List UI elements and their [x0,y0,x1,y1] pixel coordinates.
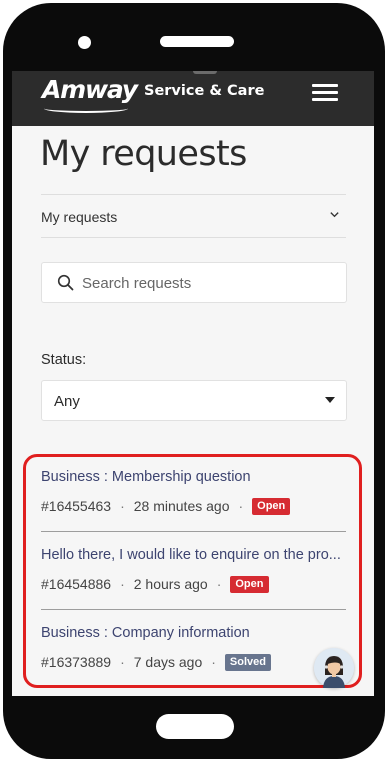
status-badge: Open [230,575,269,593]
meta-separator: · [211,654,216,670]
request-id: #16455463 [41,498,112,514]
logo-swoosh [44,104,128,113]
status-badge: Open [252,497,291,515]
chat-assistant-icon[interactable] [314,648,354,688]
top-navigation-bar: Amway Service & Care [12,71,374,126]
meta-separator: · [120,498,125,514]
status-notch [193,71,217,74]
meta-separator: · [120,576,125,592]
divider [41,194,346,195]
chevron-down-icon [329,208,340,223]
search-box[interactable] [41,262,347,303]
screen: Amway Service & Care My requests My requ… [12,71,374,696]
status-badge: Solved [224,653,271,671]
status-selected-value: Any [54,393,80,410]
divider [41,237,346,238]
amway-logo[interactable]: Amway [42,75,138,104]
menu-icon[interactable] [312,82,340,104]
list-item[interactable]: Business : Company information #16373889… [41,622,346,687]
requests-filter-dropdown[interactable]: My requests [41,202,346,232]
meta-separator: · [120,654,125,670]
request-time: 28 minutes ago [133,498,230,514]
speaker-grille [160,36,234,47]
request-title-link[interactable]: Business : Company information [41,622,346,644]
request-list: Business : Membership question #16455463… [41,466,346,696]
request-id: #16454886 [41,576,112,592]
request-meta: #16455463 · 28 minutes ago · Open [41,495,346,517]
request-time: 7 days ago [133,654,203,670]
request-meta: #16454886 · 2 hours ago · Open [41,573,346,595]
meta-separator: · [238,498,244,514]
status-select[interactable]: Any [41,380,347,421]
service-care-title: Service & Care [144,83,265,99]
status-label: Status: [41,352,87,368]
request-title-link[interactable]: Business : Membership question [41,466,346,488]
request-title-link[interactable]: Hello there, I would like to enquire on … [41,544,346,566]
list-item[interactable]: Hello there, I would like to enquire on … [41,544,346,610]
front-camera [78,36,91,49]
home-button[interactable] [156,714,234,739]
request-id: #16373889 [41,654,112,670]
list-item[interactable]: Business : Membership question #16455463… [41,466,346,532]
request-time: 2 hours ago [133,576,208,592]
meta-separator: · [216,576,222,592]
search-icon [57,274,74,291]
caret-down-icon [325,397,335,403]
page-title: My requests [40,134,247,174]
filter-label: My requests [41,209,118,225]
request-meta: #16373889 · 7 days ago · Solved [41,651,346,673]
search-input[interactable] [80,271,334,295]
